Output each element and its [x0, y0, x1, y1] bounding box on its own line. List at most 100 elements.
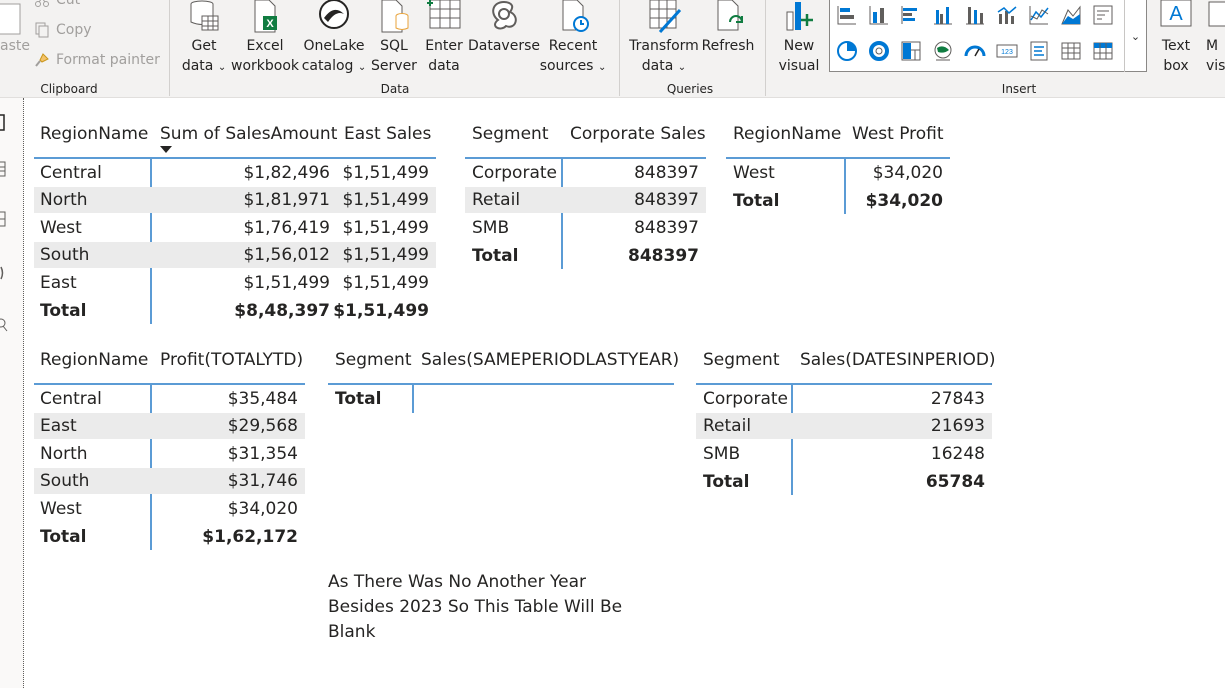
- column-header-sales-sameperiodlastyear[interactable]: Sales(SAMEPERIODLASTYEAR): [421, 350, 679, 370]
- total-value: $34,020: [865, 191, 943, 211]
- dataverse-icon: [492, 0, 517, 30]
- pie-chart-icon[interactable]: [836, 40, 858, 62]
- multi-row-card-icon[interactable]: [1028, 40, 1050, 62]
- new-visual-button[interactable]: New visual: [776, 0, 822, 76]
- table-cell: Retail: [703, 416, 752, 436]
- total-label: Total: [40, 527, 87, 547]
- dataverse-button[interactable]: Dataverse: [468, 0, 540, 56]
- table-cell: SMB: [472, 218, 510, 238]
- stacked-bar-100-icon[interactable]: [964, 4, 986, 26]
- column-header-regionname[interactable]: RegionName: [40, 350, 148, 370]
- table-cell: West: [733, 163, 775, 183]
- card-icon[interactable]: 123: [996, 40, 1018, 62]
- transform-data-button[interactable]: Transform data ⌄: [628, 0, 700, 78]
- column-header-west-profit[interactable]: West Profit: [852, 124, 944, 144]
- stacked-bar-chart-icon[interactable]: [836, 4, 858, 26]
- clustered-column-chart-icon[interactable]: [932, 4, 954, 26]
- donut-chart-icon[interactable]: [868, 40, 890, 62]
- header-divider: [328, 383, 674, 385]
- get-data-button[interactable]: Get data ⌄: [182, 0, 226, 78]
- table-cell: $1,81,971: [243, 190, 330, 210]
- visualizations-gallery: 123: [829, 0, 1147, 72]
- enter-data-label-2: data: [428, 58, 460, 74]
- table-cell: Corporate: [703, 389, 788, 409]
- treemap-icon[interactable]: [900, 40, 922, 62]
- excel-label-1: Excel: [246, 38, 284, 54]
- map-icon[interactable]: [932, 40, 954, 62]
- enter-data-button[interactable]: Enter data: [422, 0, 466, 76]
- paste-button-label[interactable]: aste: [0, 38, 30, 54]
- line-column-chart-icon[interactable]: [996, 4, 1018, 26]
- total-value: $1,51,499: [333, 301, 429, 321]
- column-header-regionname[interactable]: RegionName: [733, 124, 841, 144]
- model-view-icon[interactable]: [0, 210, 10, 228]
- format-painter-button[interactable]: Format painter: [34, 52, 160, 68]
- cut-button[interactable]: Cut: [34, 0, 80, 8]
- get-data-label-2: data ⌄: [181, 58, 227, 74]
- text-box-label-1: Text: [1161, 38, 1191, 54]
- refresh-icon: [717, 0, 743, 31]
- area-chart-icon[interactable]: [1060, 4, 1082, 26]
- table-icon[interactable]: [1060, 40, 1082, 62]
- clustered-bar-chart-icon[interactable]: [900, 4, 922, 26]
- table-cell: $1,82,496: [243, 163, 330, 183]
- more-visuals-button[interactable]: M visu: [1206, 0, 1225, 76]
- table-cell: $1,56,012: [243, 245, 330, 265]
- recent-label-1: Recent: [548, 38, 598, 54]
- chevron-down-icon: ⌄: [1130, 29, 1141, 43]
- more-visuals-label-1: M: [1206, 38, 1219, 54]
- table-cell: $1,51,499: [342, 190, 429, 210]
- copy-button[interactable]: Copy: [34, 22, 92, 38]
- table-cell: $1,51,499: [243, 273, 330, 293]
- stacked-column-chart-icon[interactable]: [868, 4, 890, 26]
- total-value: 65784: [925, 472, 985, 492]
- dax-query-view-icon[interactable]: [0, 264, 10, 282]
- refresh-button[interactable]: Refresh: [700, 0, 756, 56]
- column-header-sales-datesinperiod[interactable]: Sales(DATESINPERIOD): [800, 350, 996, 370]
- table-cell: Central: [40, 163, 102, 183]
- search-icon[interactable]: [0, 316, 10, 334]
- column-header-profit-totalytd[interactable]: Profit(TOTALYTD): [160, 350, 303, 370]
- total-label: Total: [703, 472, 750, 492]
- header-divider: [465, 157, 706, 159]
- onelake-label-1: OneLake: [303, 38, 365, 54]
- line-chart-icon[interactable]: [1028, 4, 1050, 26]
- total-label: Total: [472, 246, 519, 266]
- table-cell: $29,568: [227, 416, 298, 436]
- table-cell: $31,354: [227, 444, 298, 464]
- column-header-corporate-sales[interactable]: Corporate Sales: [570, 124, 706, 144]
- gallery-expand-button[interactable]: ⌄: [1124, 0, 1146, 72]
- insert-group-label: Insert: [1001, 82, 1037, 96]
- group-separator: [765, 0, 766, 96]
- table-cell: Corporate: [472, 163, 557, 183]
- table-cell: $31,746: [227, 471, 298, 491]
- recent-sources-button[interactable]: Recent sources ⌄: [540, 0, 606, 78]
- ribbon: aste Cut Copy Format painter Clipboard G…: [0, 0, 1225, 98]
- sql-server-button[interactable]: SQL Server: [370, 0, 418, 76]
- onelake-catalog-button[interactable]: OneLake catalog ⌄: [302, 0, 366, 78]
- column-header-sum-salesamount[interactable]: Sum of SalesAmount: [160, 124, 337, 144]
- column-header-east-sales[interactable]: East Sales: [344, 124, 431, 144]
- table-cell: $1,51,499: [342, 163, 429, 183]
- total-value: 848397: [628, 246, 699, 266]
- column-header-segment[interactable]: Segment: [472, 124, 549, 144]
- gauge-icon[interactable]: [964, 40, 986, 62]
- report-view-icon[interactable]: [0, 114, 10, 132]
- clipboard-group-label: Clipboard: [40, 82, 98, 96]
- column-divider: [844, 159, 846, 214]
- column-header-segment[interactable]: Segment: [335, 350, 412, 370]
- note-text-box[interactable]: As There Was No Another Year Besides 202…: [328, 570, 628, 645]
- sort-descending-icon[interactable]: [160, 146, 172, 153]
- header-divider: [34, 383, 305, 385]
- excel-workbook-button[interactable]: X Excel workbook: [231, 0, 299, 76]
- table-cell: 848397: [634, 190, 699, 210]
- column-header-segment[interactable]: Segment: [703, 350, 780, 370]
- copy-icon: [35, 22, 49, 38]
- onelake-label-2: catalog ⌄: [301, 58, 367, 74]
- text-box-button[interactable]: A Text box: [1154, 0, 1198, 76]
- column-header-regionname[interactable]: RegionName: [40, 124, 148, 144]
- matrix-icon[interactable]: [1092, 40, 1114, 62]
- table-view-icon[interactable]: [0, 160, 10, 178]
- table-cell: Central: [40, 389, 102, 409]
- ribbon-chart-icon[interactable]: [1092, 4, 1114, 26]
